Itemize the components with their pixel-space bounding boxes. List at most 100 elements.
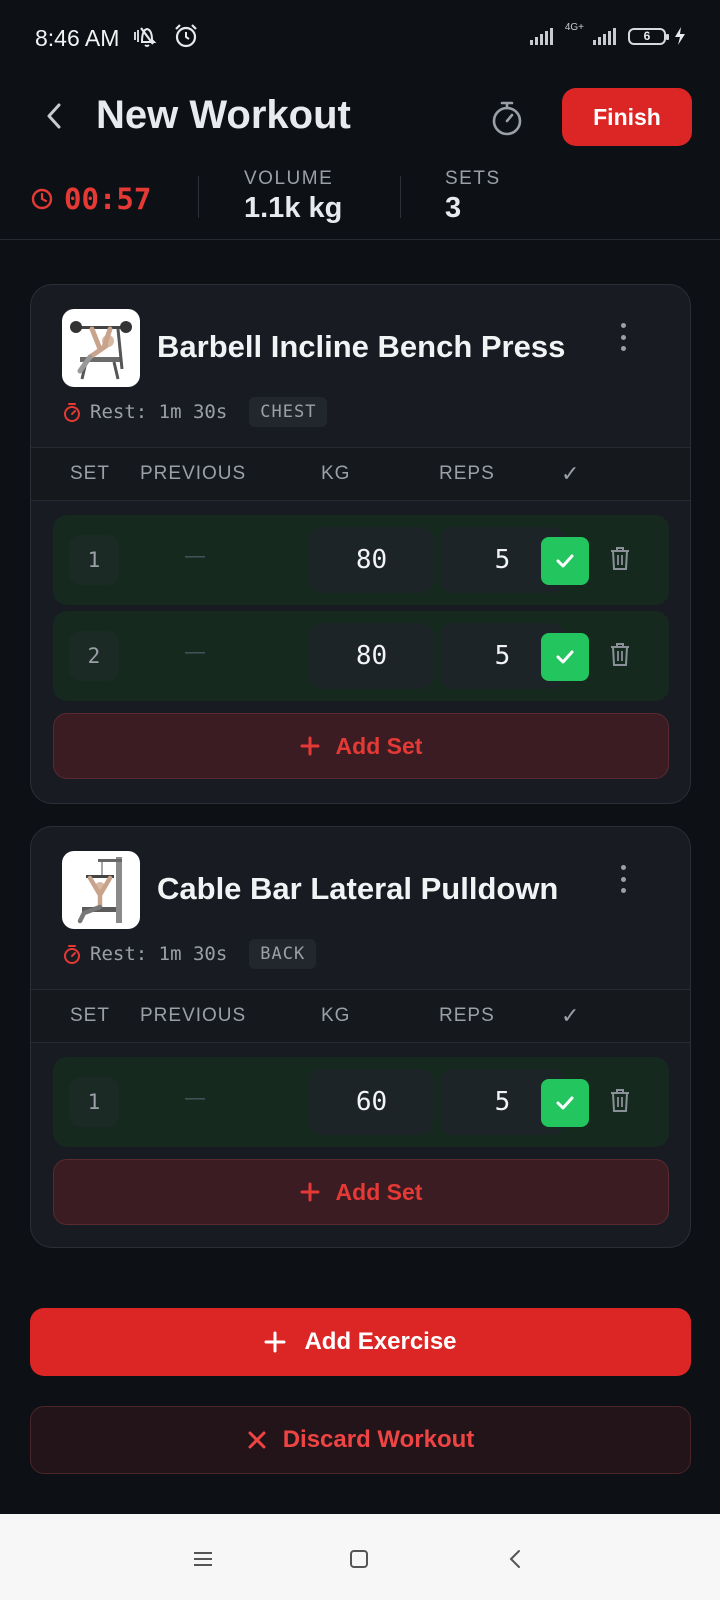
col-reps: REPS (439, 1005, 495, 1026)
col-kg: KG (321, 1005, 351, 1026)
complete-set-checkbox[interactable] (541, 537, 589, 585)
stopwatch-icon (492, 101, 522, 136)
exercise-menu-button[interactable] (611, 321, 635, 353)
col-done: ✓ (561, 461, 581, 486)
delete-set-button[interactable] (609, 641, 635, 671)
alarm-icon (175, 24, 197, 48)
dot (620, 346, 626, 351)
page-title: New Workout (96, 93, 351, 137)
kg-input[interactable]: 80 (310, 623, 433, 689)
sets-value: 3 (445, 192, 462, 224)
sets-table-header: SET PREVIOUS KG REPS ✓ (31, 989, 690, 1043)
trash-icon (611, 547, 629, 570)
exercise-card: Barbell Incline Bench Press Rest: 1m 30s… (30, 284, 691, 804)
complete-set-checkbox[interactable] (541, 1079, 589, 1127)
timer-value: 00:57 (64, 182, 152, 216)
exercise-menu-button[interactable] (611, 863, 635, 895)
back-button[interactable] (36, 98, 72, 134)
more-vertical-icon (620, 323, 626, 328)
chevron-left-icon (47, 103, 61, 129)
signal-icon-2 (593, 28, 616, 45)
volume-label: VOLUME (244, 168, 334, 189)
previous-value: — (185, 641, 205, 663)
back-nav-button[interactable] (500, 1544, 530, 1574)
delete-set-button[interactable] (609, 1087, 635, 1117)
exercise-thumbnail[interactable] (62, 851, 140, 929)
stat-divider (198, 176, 199, 218)
signal-icon (529, 28, 553, 45)
set-row: 1 — 60 5 (53, 1057, 669, 1147)
system-nav-bar (0, 1514, 720, 1600)
add-set-button[interactable]: Add Set (53, 713, 669, 779)
finish-button[interactable]: Finish (562, 88, 692, 146)
sets-table-header: SET PREVIOUS KG REPS ✓ (31, 447, 690, 501)
battery-level: 6 (643, 29, 651, 43)
exercise-thumbnail[interactable] (62, 309, 140, 387)
set-row: 1 — 80 5 (53, 515, 669, 605)
kg-input[interactable]: 80 (310, 527, 433, 593)
square-icon (350, 1550, 368, 1568)
col-previous: PREVIOUS (140, 463, 247, 484)
stopwatch-icon (64, 945, 80, 964)
chevron-left-icon (509, 1550, 520, 1568)
plus-icon (264, 1331, 286, 1353)
set-number[interactable]: 1 (69, 535, 119, 585)
stat-divider (400, 176, 401, 218)
col-previous: PREVIOUS (140, 1005, 247, 1026)
trash-icon (611, 643, 629, 666)
check-icon (556, 650, 574, 664)
col-done: ✓ (561, 1003, 581, 1028)
col-kg: KG (321, 463, 351, 484)
workout-stats: 00:57 VOLUME 1.1k kg SETS 3 (0, 168, 720, 238)
previous-value: — (185, 545, 205, 567)
battery-icon: 6 (628, 27, 669, 45)
rest-timer-button[interactable] (488, 98, 526, 138)
add-set-label: Add Set (335, 732, 423, 759)
exercise-name[interactable]: Cable Bar Lateral Pulldown (157, 871, 558, 907)
network-label: 4G+ (564, 22, 584, 33)
add-set-button[interactable]: Add Set (53, 1159, 669, 1225)
rest-time: Rest: 1m 30s (90, 401, 228, 423)
previous-value: — (185, 1087, 205, 1109)
exercise-name[interactable]: Barbell Incline Bench Press (157, 329, 565, 365)
add-exercise-button[interactable]: Add Exercise (30, 1308, 691, 1376)
dot (620, 334, 626, 340)
status-bar: 8:46 AM 4G+ 6 (0, 0, 720, 80)
clock-icon (31, 188, 53, 210)
menu-icon (194, 1552, 212, 1566)
trash-icon (611, 1089, 629, 1112)
home-button[interactable] (344, 1544, 374, 1574)
rest-timer-row[interactable]: Rest: 1m 30s BACK (62, 939, 317, 969)
dot (620, 876, 626, 882)
bench-press-illustration-icon (70, 321, 132, 380)
workout-header: New Workout Finish 00:57 VOLUME 1.1k kg … (0, 80, 720, 240)
set-number[interactable]: 1 (69, 1077, 119, 1127)
lat-pulldown-illustration-icon (77, 857, 122, 924)
delete-set-button[interactable] (609, 545, 635, 575)
status-time: 8:46 AM (35, 25, 120, 51)
rest-timer-row[interactable]: Rest: 1m 30s CHEST (62, 397, 328, 427)
volume-value: 1.1k kg (244, 192, 343, 224)
more-vertical-icon (620, 865, 626, 870)
kg-input[interactable]: 60 (310, 1069, 433, 1135)
check-icon (556, 1096, 574, 1110)
recents-button[interactable] (188, 1544, 218, 1574)
col-set: SET (70, 1005, 110, 1026)
vibrate-off-icon (134, 27, 157, 47)
rest-time: Rest: 1m 30s (90, 943, 228, 965)
complete-set-checkbox[interactable] (541, 633, 589, 681)
set-number[interactable]: 2 (69, 631, 119, 681)
status-left-icons (132, 22, 200, 50)
muscle-tag: CHEST (249, 397, 328, 427)
sets-label: SETS (445, 168, 501, 189)
discard-workout-button[interactable]: Discard Workout (30, 1406, 691, 1474)
col-set: SET (70, 463, 110, 484)
sets-stat: SETS 3 (445, 168, 501, 225)
charging-icon (675, 27, 685, 45)
exercise-card: Cable Bar Lateral Pulldown Rest: 1m 30s … (30, 826, 691, 1248)
check-icon (556, 554, 574, 568)
set-row: 2 — 80 5 (53, 611, 669, 701)
add-exercise-label: Add Exercise (304, 1328, 457, 1355)
dot (620, 888, 626, 893)
elapsed-timer: 00:57 (30, 182, 151, 216)
